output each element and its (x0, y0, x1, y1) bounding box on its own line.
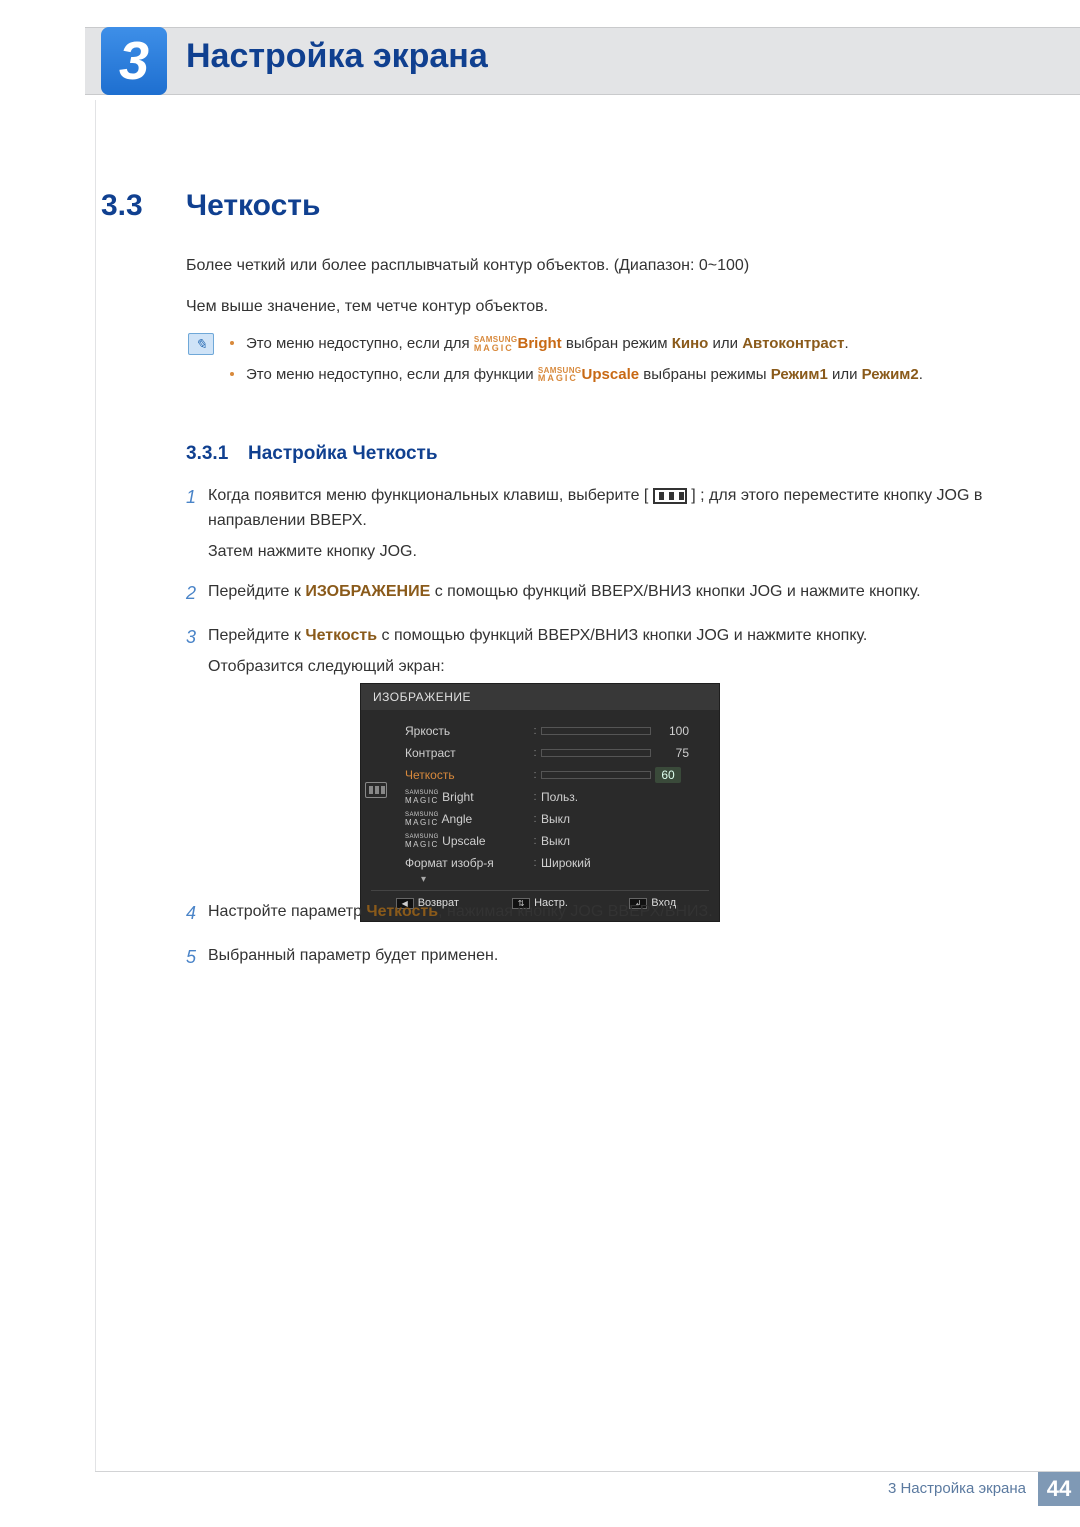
page-number: 44 (1038, 1472, 1080, 1506)
step-number: 2 (186, 580, 208, 608)
step-number: 5 (186, 944, 208, 972)
slider-icon (541, 749, 651, 757)
steps-list: 1 Когда появится меню функциональных кла… (186, 484, 1005, 696)
osd-label-brightness: Яркость (405, 724, 529, 738)
step-number: 1 (186, 484, 208, 564)
osd-row-magic-upscale: SAMSUNGMAGIC Upscale : Выкл (371, 830, 709, 852)
note-icon: ✎ (188, 333, 214, 355)
slider-icon (541, 771, 651, 779)
note1-pre: Это меню недоступно, если для (246, 335, 474, 352)
osd-row-sharpness: Четкость : 60 (371, 764, 709, 786)
samsung-magic-small-label: SAMSUNGMAGIC (405, 791, 439, 804)
step-number: 3 (186, 624, 208, 680)
param-sharpness: Четкость (366, 903, 438, 920)
section-para-2: Чем выше значение, тем четче контур объе… (186, 296, 1005, 318)
mode-2: Режим2 (862, 366, 919, 383)
osd-label-sharpness: Четкость (405, 768, 529, 782)
step-2: 2 Перейдите к ИЗОБРАЖЕНИЕ с помощью функ… (186, 580, 1005, 608)
osd-label-contrast: Контраст (405, 746, 529, 760)
osd-row-contrast: Контраст : 75 (371, 742, 709, 764)
section-para-1: Более четкий или более расплывчатый конт… (186, 255, 1005, 277)
page-footer: 3 Настройка экрана 44 (95, 1471, 1080, 1505)
osd-row-magic-angle: SAMSUNGMAGIC Angle : Выкл (371, 808, 709, 830)
magic-bright-label: Bright (518, 335, 562, 352)
step-3-sub: Отобразится следующий экран: (208, 655, 1005, 680)
osd-title: ИЗОБРАЖЕНИЕ (361, 684, 719, 710)
step-3: 3 Перейдите к Четкость с помощью функций… (186, 624, 1005, 680)
chevron-down-icon: ▾ (371, 874, 709, 886)
step-4: 4 Настройте параметр Четкость, нажимая к… (186, 900, 1005, 928)
osd-row-format: Формат изобр-я : Широкий (371, 852, 709, 874)
menu-image: ИЗОБРАЖЕНИЕ (305, 583, 430, 600)
osd-row-brightness: Яркость : 100 (371, 720, 709, 742)
step-1-sub: Затем нажмите кнопку JOG. (208, 540, 1005, 565)
osd-screenshot: ИЗОБРАЖЕНИЕ Яркость : 100 Контраст : 75 (360, 683, 720, 922)
note-item-2: Это меню недоступно, если для функции SA… (230, 364, 1005, 387)
slider-icon (541, 727, 651, 735)
subsection-number: 3.3.1 (186, 443, 228, 465)
mode-kino: Кино (672, 335, 709, 352)
osd-value-highlight: 60 (655, 767, 681, 783)
magic-upscale-label: Upscale (582, 366, 640, 383)
left-margin-rule (95, 100, 96, 1471)
samsung-magic-small-label: SAMSUNGMAGIC (405, 835, 439, 848)
osd-value: Польз. (541, 790, 578, 804)
osd-row-magic-bright: SAMSUNGMAGIC Bright : Польз. (371, 786, 709, 808)
osd-label-format: Формат изобр-я (405, 856, 529, 870)
mode-1: Режим1 (771, 366, 828, 383)
section-number: 3.3 (101, 189, 143, 223)
chapter-title: Настройка экрана (186, 37, 488, 76)
samsung-magic-label: SAMSUNG MAGIC (474, 336, 518, 351)
osd-value: Выкл (541, 812, 570, 826)
steps-list-continued: 4 Настройте параметр Четкость, нажимая к… (186, 900, 1005, 988)
osd-value: Широкий (541, 856, 591, 870)
osd-value: 100 (655, 724, 689, 738)
osd-value: Выкл (541, 834, 570, 848)
note-item-1: Это меню недоступно, если для SAMSUNG MA… (230, 333, 1005, 356)
footer-chapter-ref: 3 Настройка экрана (888, 1480, 1026, 1497)
samsung-magic-small-label: SAMSUNGMAGIC (405, 813, 439, 826)
note-list: Это меню недоступно, если для SAMSUNG MA… (230, 333, 1005, 394)
menu-sharpness: Четкость (305, 627, 377, 644)
step-1: 1 Когда появится меню функциональных кла… (186, 484, 1005, 564)
menu-icon (653, 488, 687, 504)
chapter-number-box: 3 (101, 27, 167, 95)
subsection-title: Настройка Четкость (248, 443, 438, 465)
osd-side-icon (365, 782, 387, 798)
mode-autocontrast: Автоконтраст (742, 335, 844, 352)
step-5: 5 Выбранный параметр будет применен. (186, 944, 1005, 972)
step-number: 4 (186, 900, 208, 928)
section-title: Четкость (186, 189, 320, 223)
note2-pre: Это меню недоступно, если для функции (246, 366, 538, 383)
osd-value: 75 (655, 746, 689, 760)
samsung-magic-label: SAMSUNG MAGIC (538, 367, 582, 382)
